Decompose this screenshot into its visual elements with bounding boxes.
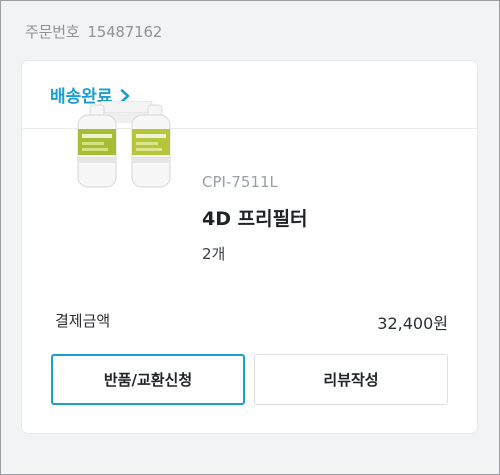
payment-amount-value: 32,400원 xyxy=(377,314,448,333)
payment-amount-label: 결제금액 xyxy=(55,312,111,330)
product-model: CPI-7511L xyxy=(202,173,278,191)
product-name[interactable]: 4D 프리필터 xyxy=(202,204,308,231)
product-image[interactable] xyxy=(74,100,178,189)
order-number-value: 15487162 xyxy=(87,23,163,41)
write-review-button[interactable]: 리뷰작성 xyxy=(254,354,448,405)
order-number-label: 주문번호 xyxy=(25,23,80,41)
screen-frame: 주문번호 15487162 배송완료 CPI-7511L 4D 프리필터 2개 … xyxy=(0,0,500,475)
product-quantity: 2개 xyxy=(202,245,226,263)
order-card: 배송완료 CPI-7511L 4D 프리필터 2개 결제금액 32,400원 반… xyxy=(22,61,477,433)
chevron-right-icon xyxy=(120,88,130,103)
order-number: 주문번호 15487162 xyxy=(25,21,162,42)
return-exchange-button[interactable]: 반품/교환신청 xyxy=(51,354,245,405)
